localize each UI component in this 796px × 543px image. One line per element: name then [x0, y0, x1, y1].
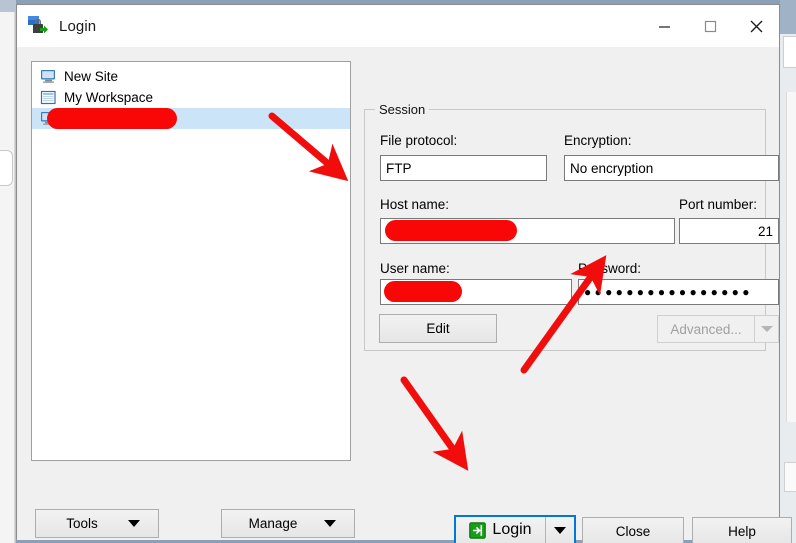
background-window-right-divider — [786, 92, 796, 422]
help-button[interactable]: Help — [692, 517, 792, 543]
login-arrow-icon — [469, 521, 487, 539]
sidebar-item-new-site[interactable]: New Site — [32, 66, 350, 87]
chevron-down-icon — [128, 520, 140, 527]
encryption-select[interactable]: No encryption — [564, 155, 779, 181]
login-dialog: Login New Site My Workspace Tools Manage… — [16, 4, 792, 543]
chevron-down-icon — [554, 526, 566, 534]
file-protocol-select[interactable]: FTP — [380, 155, 547, 181]
tools-button[interactable]: Tools — [35, 509, 159, 538]
chevron-down-icon — [760, 326, 773, 332]
host-name-label: Host name: — [380, 197, 450, 212]
close-button[interactable] — [733, 5, 779, 47]
title-bar[interactable]: Login — [17, 5, 779, 47]
advanced-dropdown-button — [755, 315, 779, 343]
encryption-label: Encryption: — [564, 133, 632, 148]
site-tree[interactable]: New Site My Workspace — [31, 61, 351, 461]
redaction-bar-host-name — [385, 220, 517, 241]
window-controls — [641, 5, 779, 47]
new-site-icon — [40, 69, 57, 84]
redaction-bar-user-name — [384, 281, 462, 302]
edit-button[interactable]: Edit — [379, 314, 497, 343]
login-split-button: Login — [454, 515, 576, 543]
sidebar-item-label: New Site — [64, 69, 119, 84]
background-window-right-box — [784, 462, 796, 492]
sidebar-item-saved-site[interactable]: om — [32, 108, 350, 129]
background-window-left-notch — [0, 150, 13, 186]
login-button-label: Login — [492, 521, 532, 538]
help-button-label: Help — [728, 523, 756, 539]
password-masked-value: ●●●●●●●●●●●●●●●● — [584, 285, 753, 299]
redaction-bar-site-name — [47, 108, 177, 129]
background-window-right-panel — [783, 36, 796, 68]
sidebar-item-my-workspace[interactable]: My Workspace — [32, 87, 350, 108]
background-window-left — [0, 12, 15, 543]
manage-button-label: Manage — [248, 516, 298, 531]
advanced-button-label: Advanced... — [670, 321, 742, 337]
close-button-label: Close — [615, 523, 651, 539]
login-dropdown-button[interactable] — [545, 517, 574, 543]
password-label: Password: — [578, 261, 642, 276]
minimize-button[interactable] — [641, 5, 687, 47]
manage-button[interactable]: Manage — [221, 509, 355, 538]
tools-button-label: Tools — [66, 516, 98, 531]
screen: Login New Site My Workspace Tools Manage… — [0, 0, 796, 543]
winscp-login-lock-icon — [27, 15, 49, 37]
sidebar-item-label: My Workspace — [64, 90, 154, 105]
dialog-body: New Site My Workspace Tools Manage Sessi… — [17, 47, 792, 543]
port-number-input[interactable]: 21 — [679, 218, 779, 244]
session-group-title: Session — [375, 102, 430, 117]
window-title: Login — [59, 17, 97, 35]
chevron-down-icon — [324, 520, 336, 527]
user-name-label: User name: — [380, 261, 450, 276]
background-window-right-titlebar — [780, 0, 796, 34]
close-dialog-button[interactable]: Close — [582, 517, 684, 543]
advanced-button: Advanced... — [657, 315, 755, 343]
edit-button-label: Edit — [426, 321, 450, 336]
maximize-button[interactable] — [687, 5, 733, 47]
file-protocol-label: File protocol: — [380, 133, 458, 148]
workspace-icon — [40, 90, 57, 105]
port-number-label: Port number: — [679, 197, 758, 212]
login-button[interactable]: Login — [456, 517, 545, 543]
password-input[interactable]: ●●●●●●●●●●●●●●●● — [578, 279, 779, 305]
